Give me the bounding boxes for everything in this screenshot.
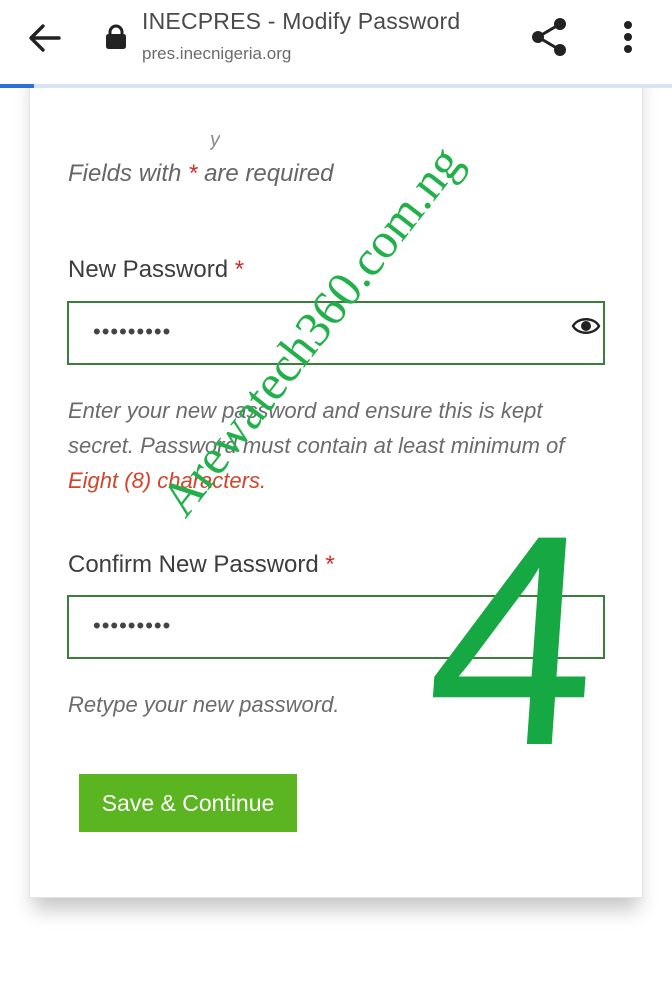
page-title: INECPRES - Modify Password [142, 8, 461, 34]
confirm-password-value: ••••••••• [93, 613, 172, 638]
required-note-prefix: Fields with [68, 160, 182, 187]
new-password-help-line2: secret. Password must contain at least m… [68, 433, 565, 458]
cut-off-text: y [210, 129, 220, 151]
page-load-progress-fill [0, 84, 34, 88]
more-vert-icon [624, 21, 632, 53]
arrow-left-icon [29, 24, 61, 52]
new-password-value: ••••••••• [93, 319, 172, 344]
required-note-suffix: are required [204, 160, 334, 187]
required-star: * [188, 160, 198, 187]
confirm-password-input[interactable]: ••••••••• [67, 595, 605, 659]
required-fields-note: Fields with * are required [68, 160, 333, 188]
share-icon [532, 18, 566, 56]
new-password-help: Enter your new password and ensure this … [68, 393, 564, 498]
save-continue-button[interactable]: Save & Continue [79, 774, 297, 832]
page-load-progress [0, 84, 672, 88]
eye-icon[interactable] [571, 313, 601, 339]
browser-toolbar: INECPRES - Modify Password pres.inecnige… [0, 0, 672, 86]
new-password-label: New Password * [68, 256, 244, 284]
more-options-button[interactable] [608, 14, 648, 60]
page-url[interactable]: pres.inecnigeria.org [142, 44, 291, 64]
required-star: * [234, 256, 245, 283]
required-star: * [325, 551, 335, 578]
confirm-password-help: Retype your new password. [68, 692, 340, 717]
share-button[interactable] [526, 14, 572, 60]
new-password-label-text: New Password [68, 256, 229, 283]
lock-icon [106, 24, 126, 49]
confirm-password-label: Confirm New Password * [68, 551, 335, 579]
back-button[interactable] [22, 16, 66, 60]
new-password-input[interactable]: ••••••••• [67, 301, 605, 365]
new-password-help-line1: Enter your new password and ensure this … [68, 398, 543, 423]
new-password-help-requirement: Eight (8) characters. [68, 468, 267, 493]
confirm-password-label-text: Confirm New Password [68, 551, 319, 578]
